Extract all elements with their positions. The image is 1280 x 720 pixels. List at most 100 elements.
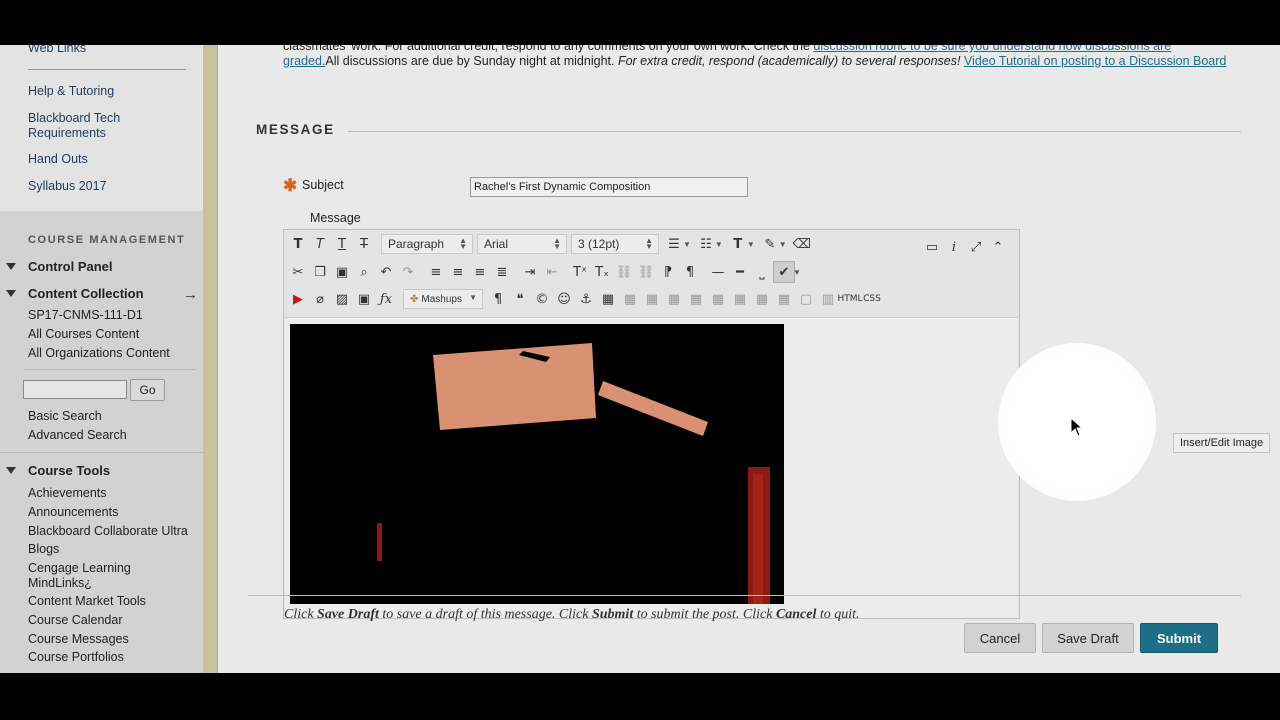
- dropdown-arrow-icon[interactable]: ▼: [779, 240, 787, 249]
- copy-icon[interactable]: ❐: [309, 261, 331, 283]
- insert-image-icon[interactable]: ▨: [331, 288, 353, 310]
- video-tutorial-link[interactable]: Video Tutorial on posting to a Discussio…: [964, 54, 1226, 68]
- font-size-select[interactable]: 3 (12pt) ▲ ▼: [571, 234, 659, 254]
- tool-link-course-messages[interactable]: Course Messages: [28, 632, 129, 647]
- pilcrow-icon[interactable]: ¶: [487, 288, 509, 310]
- spellcheck-icon[interactable]: ✔: [773, 261, 795, 283]
- advanced-search-link[interactable]: Advanced Search: [28, 428, 127, 443]
- strikethrough-icon[interactable]: T: [353, 233, 375, 255]
- insert-column-before-icon[interactable]: ▦: [729, 288, 751, 310]
- insert-column-after-icon[interactable]: ▦: [751, 288, 773, 310]
- anchor-icon[interactable]: ⚓: [575, 288, 597, 310]
- rtl-icon[interactable]: ¶: [679, 261, 701, 283]
- arrow-right-icon[interactable]: →: [183, 286, 198, 303]
- insert-table-icon[interactable]: ▦: [597, 288, 619, 310]
- split-cells-icon[interactable]: ▢: [795, 288, 817, 310]
- cancel-button[interactable]: Cancel: [964, 623, 1036, 653]
- tool-link-course-portfolios[interactable]: Course Portfolios: [28, 650, 124, 665]
- align-center-icon[interactable]: ≡: [447, 261, 469, 283]
- sidebar-link-help-tutoring[interactable]: Help & Tutoring: [28, 84, 114, 99]
- collection-link-all-organizations[interactable]: All Organizations Content: [28, 346, 170, 361]
- fullscreen-icon[interactable]: ⤢: [965, 236, 987, 258]
- paste-icon[interactable]: ▣: [331, 261, 353, 283]
- dropdown-arrow-icon[interactable]: ▼: [715, 240, 723, 249]
- underline-icon[interactable]: T: [331, 233, 353, 255]
- sidebar-link-hand-outs[interactable]: Hand Outs: [28, 152, 88, 167]
- collapse-triangle-icon[interactable]: [6, 290, 16, 297]
- eraser-icon[interactable]: ⌫: [791, 233, 813, 255]
- dropdown-arrow-icon[interactable]: ▼: [683, 240, 691, 249]
- align-right-icon[interactable]: ≡: [469, 261, 491, 283]
- table-row-props-icon[interactable]: ▦: [619, 288, 641, 310]
- justify-icon[interactable]: ≣: [491, 261, 513, 283]
- info-icon[interactable]: i: [943, 236, 965, 258]
- tool-link-blogs[interactable]: Blogs: [28, 542, 59, 557]
- nonbreaking-space-icon[interactable]: ⎵: [751, 261, 773, 283]
- link-icon[interactable]: ⛓: [613, 261, 635, 283]
- text-color-icon[interactable]: T: [727, 233, 749, 255]
- ltr-icon[interactable]: ⁋: [657, 261, 679, 283]
- blockquote-icon[interactable]: ❝: [509, 288, 531, 310]
- course-tools-heading[interactable]: Course Tools: [28, 463, 110, 478]
- find-icon[interactable]: ⌕: [353, 261, 375, 283]
- collapse-triangle-icon[interactable]: [6, 467, 16, 474]
- superscript-icon[interactable]: Tˣ: [569, 261, 591, 283]
- css-icon[interactable]: CSS: [861, 288, 883, 310]
- bold-icon[interactable]: T: [287, 233, 309, 255]
- cut-icon[interactable]: ✂: [287, 261, 309, 283]
- content-collection-heading[interactable]: Content Collection: [28, 286, 144, 301]
- font-family-select[interactable]: Arial ▲ ▼: [477, 234, 567, 254]
- redo-icon[interactable]: ↷: [397, 261, 419, 283]
- paragraph-format-select[interactable]: Paragraph ▲ ▼: [381, 234, 473, 254]
- dropdown-arrow-icon[interactable]: ▼: [793, 268, 801, 277]
- insert-media-icon[interactable]: ▣: [353, 288, 375, 310]
- submit-button[interactable]: Submit: [1140, 623, 1218, 653]
- align-left-icon[interactable]: ≡: [425, 261, 447, 283]
- attachment-icon[interactable]: ⌀: [309, 288, 331, 310]
- undo-icon[interactable]: ↶: [375, 261, 397, 283]
- embedded-composition-image[interactable]: [290, 324, 784, 604]
- tool-link-collaborate[interactable]: Blackboard Collaborate Ultra: [28, 524, 188, 539]
- horizontal-rule-icon[interactable]: —: [707, 261, 729, 283]
- preview-icon[interactable]: ▭: [921, 236, 943, 258]
- italic-icon[interactable]: T: [309, 233, 331, 255]
- merge-cells-icon[interactable]: ▥: [817, 288, 839, 310]
- tool-link-mindlinks[interactable]: Cengage Learning MindLinks¿: [28, 561, 148, 591]
- tool-link-course-calendar[interactable]: Course Calendar: [28, 613, 123, 628]
- control-panel-heading[interactable]: Control Panel: [28, 259, 113, 274]
- delete-row-icon[interactable]: ▦: [707, 288, 729, 310]
- subscript-icon[interactable]: Tₓ: [591, 261, 613, 283]
- dropdown-arrow-icon[interactable]: ▼: [747, 240, 755, 249]
- tool-link-content-market[interactable]: Content Market Tools: [28, 594, 146, 609]
- subject-input[interactable]: Rachel's First Dynamic Composition: [470, 177, 748, 197]
- thick-rule-icon[interactable]: ━: [729, 261, 751, 283]
- sidebar-resize-strip[interactable]: [203, 45, 217, 673]
- sidebar-search-input[interactable]: [23, 380, 127, 399]
- editor-content-area[interactable]: [285, 317, 1018, 618]
- tool-link-achievements[interactable]: Achievements: [28, 486, 107, 501]
- collection-link-course[interactable]: SP17-CNMS-111-D1: [28, 308, 143, 323]
- collapse-toolbar-icon[interactable]: ⌃: [987, 236, 1009, 258]
- go-button[interactable]: Go: [130, 379, 165, 401]
- unlink-icon[interactable]: ⛓: [635, 261, 657, 283]
- save-draft-button[interactable]: Save Draft: [1042, 623, 1134, 653]
- indent-icon[interactable]: ⇥: [519, 261, 541, 283]
- numbered-list-icon[interactable]: ☷: [695, 233, 717, 255]
- collection-link-all-courses[interactable]: All Courses Content: [28, 327, 139, 342]
- sidebar-link-web-links[interactable]: Web Links: [28, 45, 86, 56]
- sidebar-link-tech-requirements[interactable]: Blackboard Tech Requirements: [28, 111, 138, 141]
- html-source-icon[interactable]: HTML: [837, 288, 862, 310]
- insert-row-before-icon[interactable]: ▦: [663, 288, 685, 310]
- collapse-triangle-icon[interactable]: [6, 263, 16, 270]
- mashups-select[interactable]: ✤ Mashups ▼: [403, 289, 483, 309]
- copyright-icon[interactable]: ©: [531, 288, 553, 310]
- table-cell-props-icon[interactable]: ▦: [641, 288, 663, 310]
- emoticon-icon[interactable]: ☺: [553, 288, 575, 310]
- outdent-icon[interactable]: ⇤: [541, 261, 563, 283]
- delete-column-icon[interactable]: ▦: [773, 288, 795, 310]
- insert-row-after-icon[interactable]: ▦: [685, 288, 707, 310]
- math-formula-icon[interactable]: ƒx: [375, 288, 397, 310]
- basic-search-link[interactable]: Basic Search: [28, 409, 102, 424]
- tool-link-announcements[interactable]: Announcements: [28, 505, 118, 520]
- highlight-icon[interactable]: ✎: [759, 233, 781, 255]
